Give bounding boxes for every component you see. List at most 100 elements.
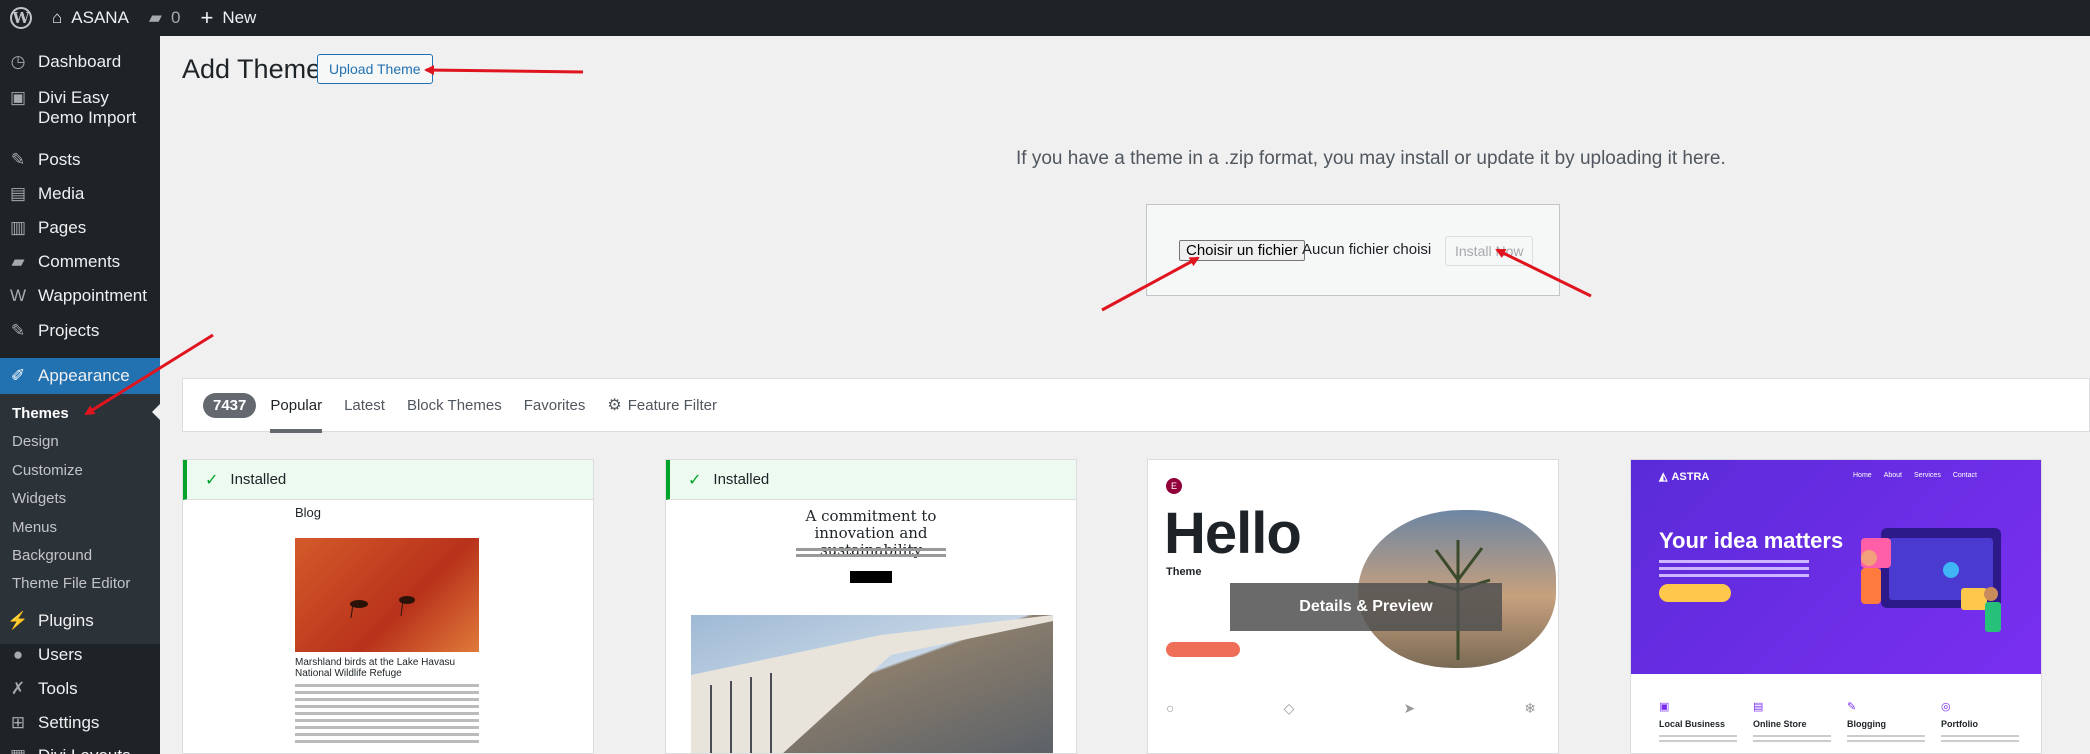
preview-category-label: Local Business (1659, 719, 1726, 729)
feature-filter-button[interactable]: ⚙ Feature Filter (607, 378, 717, 432)
details-preview-overlay[interactable]: Details & Preview (1230, 583, 1502, 631)
brush-icon: ✐ (10, 366, 26, 385)
sidebar-item-projects[interactable]: ✎ Projects (0, 321, 160, 341)
theme-preview-button (850, 571, 892, 583)
bag-icon: ▤ (1753, 701, 1764, 713)
theme-card[interactable]: ◭ ASTRA Home About Services Contact Your … (1630, 459, 2042, 754)
sidebar-item-label: Posts (38, 150, 81, 169)
submenu-theme-file-editor[interactable]: Theme File Editor (0, 575, 160, 592)
import-icon: ▣ (9, 88, 27, 107)
installed-notice: ✓ Installed (666, 460, 1076, 500)
site-name-menu[interactable]: ⌂ ASANA (42, 0, 139, 36)
sidebar-item-posts[interactable]: ✎ Posts (0, 150, 160, 170)
sidebar-item-wappointment[interactable]: W Wappointment (0, 286, 160, 306)
theme-preview-text-lines (1659, 560, 1809, 581)
sidebar-item-label: Divi Layouts (38, 746, 131, 754)
comments-count: 0 (171, 8, 181, 27)
comments-menu[interactable]: ▰ 0 (139, 0, 191, 36)
sidebar-item-label: Users (38, 645, 83, 664)
preview-nav-item: Home (1853, 472, 1872, 479)
feature-filter-label: Feature Filter (627, 396, 717, 414)
choose-file-button[interactable]: Choisir un fichier (1179, 240, 1305, 261)
theme-preview-title: Blog (295, 505, 322, 520)
theme-preview-button (1659, 584, 1731, 602)
sidebar-item-plugins[interactable]: ⚡ Plugins (0, 611, 160, 631)
new-label: New (222, 8, 257, 27)
theme-card[interactable]: E Hello Theme Details & Preview ○ ◇ ➤ ❄ (1147, 459, 1559, 754)
lightbulb-icon: ○ (1166, 700, 1175, 716)
preview-category: ◎ Portfolio (1941, 700, 2019, 745)
tab-favorites[interactable]: Favorites (524, 378, 586, 432)
preview-nav-item: Services (1913, 472, 1941, 479)
upload-form: Choisir un fichier Aucun fichier choisi … (1146, 204, 1560, 296)
upload-theme-button[interactable]: Upload Theme (317, 54, 433, 84)
sidebar-item-label: Plugins (38, 611, 94, 630)
theme-filter-bar: 7437 Popular Latest Block Themes Favorit… (182, 378, 2090, 433)
wappointment-icon: W (9, 286, 27, 305)
installed-label: Installed (713, 471, 770, 488)
installed-label: Installed (230, 471, 287, 488)
theme-card[interactable]: ✓ Installed Blog Marshland birds at the … (182, 459, 594, 754)
new-content-menu[interactable]: + New (190, 0, 266, 36)
snowflake-icon: ❄ (1524, 700, 1536, 716)
tools-icon: ✗ (10, 679, 26, 698)
astra-logo-icon: ◭ (1659, 471, 1668, 483)
sidebar-item-settings[interactable]: ⊞ Settings (0, 713, 160, 733)
gear-icon: ⚙ (607, 397, 622, 414)
installed-notice: ✓ Installed (183, 460, 593, 500)
wp-logo-menu[interactable]: W (0, 0, 42, 36)
submenu-widgets[interactable]: Widgets (0, 490, 160, 507)
elementor-logo-icon: E (1166, 478, 1182, 494)
theme-card[interactable]: ✓ Installed A commitment to innovation a… (665, 459, 1077, 754)
admin-bar: W ⌂ ASANA ▰ 0 + New (0, 0, 2090, 36)
preview-category: ▣ Local Business (1659, 700, 1737, 745)
submenu-design[interactable]: Design (0, 433, 160, 450)
plus-icon: + (200, 5, 214, 30)
admin-sidebar: ◷ Dashboard ▣ Divi Easy Demo Import ✎ Posts… (0, 36, 162, 754)
wordpress-logo-icon: W (10, 7, 32, 29)
theme-preview-image (691, 615, 1053, 753)
sidebar-item-label: Comments (38, 252, 121, 271)
theme-preview-illustration (1861, 528, 2001, 632)
submenu-background[interactable]: Background (0, 547, 160, 564)
preview-category-label: Portfolio (1941, 719, 1978, 729)
pencil-icon: ✎ (1847, 701, 1857, 713)
preview-category-label: Blogging (1847, 719, 1886, 729)
sidebar-item-label: Dashboard (38, 52, 122, 71)
sidebar-item-appearance[interactable]: ✐ Appearance (0, 358, 160, 394)
pin-icon: ✎ (10, 321, 26, 340)
dashboard-icon: ◷ (10, 52, 26, 71)
preview-category-label: Online Store (1753, 719, 1807, 729)
diamond-icon: ◇ (1283, 700, 1295, 716)
tab-latest[interactable]: Latest (344, 378, 385, 432)
sidebar-item-label: Pages (38, 218, 87, 237)
theme-preview-heading: Hello (1164, 501, 1302, 566)
theme-count-badge: 7437 (203, 392, 257, 418)
sidebar-item-tools[interactable]: ✗ Tools (0, 679, 160, 699)
page-title: Add Themes (182, 54, 335, 84)
sidebar-item-media[interactable]: ▤ Media (0, 184, 160, 204)
users-icon: ● (12, 645, 24, 664)
media-icon: ▤ (9, 184, 27, 203)
preview-category: ▤ Online Store (1753, 700, 1831, 745)
sidebar-item-comments[interactable]: ▰ Comments (0, 252, 160, 272)
tab-popular[interactable]: Popular (270, 378, 322, 433)
sidebar-item-label: Divi Easy Demo Import (38, 88, 137, 127)
install-now-button[interactable]: Install Now (1445, 236, 1534, 266)
submenu-menus[interactable]: Menus (0, 519, 160, 536)
submenu-customize[interactable]: Customize (0, 462, 160, 479)
submenu-themes[interactable]: Themes (0, 405, 160, 422)
sidebar-item-divi-easy-demo-import[interactable]: ▣ Divi Easy Demo Import (0, 88, 160, 128)
tab-block-themes[interactable]: Block Themes (407, 378, 502, 432)
preview-nav-item: Contact (1952, 472, 1977, 479)
sidebar-item-divi-layouts[interactable]: ▦ Divi Layouts (0, 746, 160, 754)
theme-preview-hero: ◭ ASTRA Home About Services Contact Your … (1631, 460, 2041, 674)
theme-preview-button (1166, 642, 1240, 657)
sidebar-item-pages[interactable]: ▥ Pages (0, 218, 160, 238)
astra-logo: ◭ ASTRA (1659, 470, 1709, 484)
theme-preview-text-lines (295, 684, 479, 747)
pin-icon: ✎ (10, 150, 26, 169)
sidebar-item-dashboard[interactable]: ◷ Dashboard (0, 52, 160, 72)
theme-preview-caption: Marshland birds at the Lake Havasu Natio… (295, 657, 456, 679)
sidebar-item-users[interactable]: ● Users (0, 645, 160, 665)
